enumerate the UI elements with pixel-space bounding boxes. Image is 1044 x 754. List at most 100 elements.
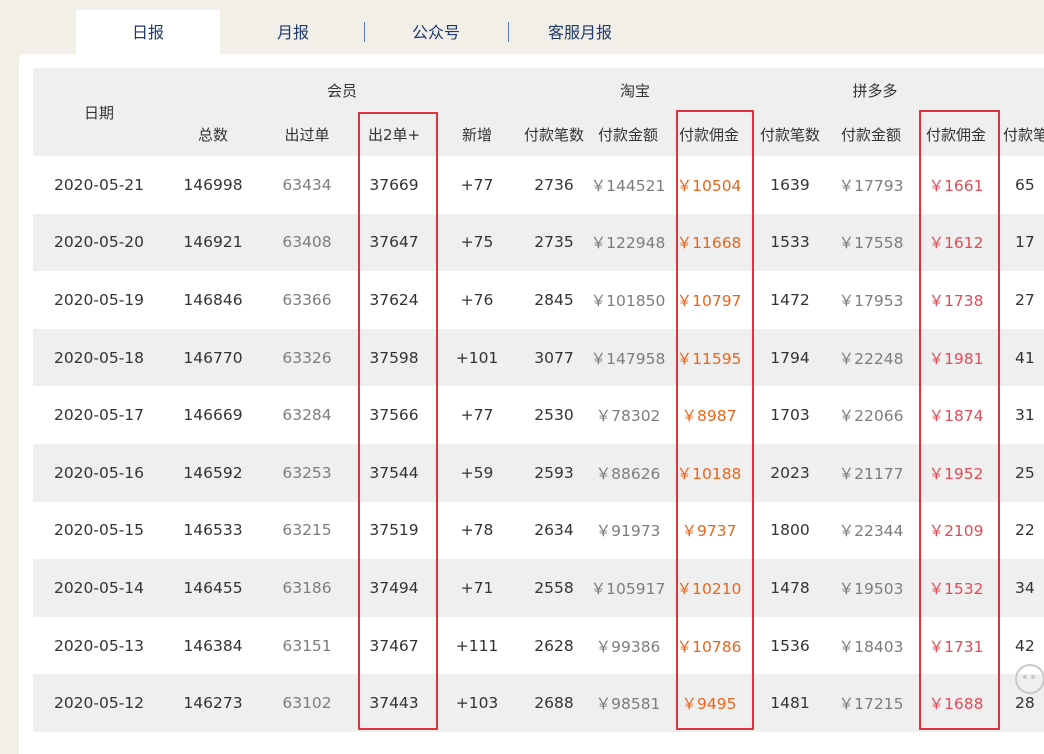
date-cell: 2020-05-18 bbox=[33, 328, 165, 387]
ordered-cell: 63326 bbox=[261, 328, 353, 387]
ordered-cell: 63434 bbox=[261, 156, 353, 214]
extra-payment-count-cell: 41 bbox=[999, 328, 1044, 387]
pdd-payment-count-cell: 1533 bbox=[751, 213, 830, 272]
total-cell: 146770 bbox=[165, 328, 261, 387]
pdd-payment-count-header: 付款笔数 bbox=[751, 112, 830, 156]
ordered-cell: 63215 bbox=[261, 501, 353, 560]
new-members-cell: +78 bbox=[435, 501, 520, 560]
table-row: 2020-05-19 146846 63366 37624 +76 2845 ￥101850… bbox=[33, 271, 1044, 329]
new-members-cell: +76 bbox=[435, 271, 520, 329]
total-cell: 146921 bbox=[165, 213, 261, 272]
pdd-payment-count-cell: 1478 bbox=[751, 559, 830, 617]
pdd-payment-amount-cell: ￥17953 bbox=[829, 271, 914, 329]
total-cell: 146592 bbox=[165, 443, 261, 502]
date-cell: 2020-05-15 bbox=[33, 501, 165, 560]
total-cell: 146846 bbox=[165, 271, 261, 329]
table-row: 2020-05-17 146669 63284 37566 +77 2530 ￥78302 ￥… bbox=[33, 386, 1044, 444]
date-cell: 2020-05-13 bbox=[33, 616, 165, 675]
two-plus-orders-cell: 37624 bbox=[353, 271, 435, 329]
table-row: 2020-05-20 146921 63408 37647 +75 2735 ￥122948… bbox=[33, 213, 1044, 272]
extra-payment-count-header: 付款笔数 bbox=[999, 112, 1044, 156]
pdd-payment-amount-cell: ￥17793 bbox=[829, 156, 914, 214]
pdd-payment-count-cell: 1800 bbox=[751, 501, 830, 560]
ordered-cell: 63186 bbox=[261, 559, 353, 617]
new-members-cell: +59 bbox=[435, 443, 520, 502]
table-row: 2020-05-12 146273 63102 37443 +103 2688 ￥98581… bbox=[33, 674, 1044, 732]
pdd-payment-count-cell: 1794 bbox=[751, 328, 830, 387]
ordered-cell: 63151 bbox=[261, 616, 353, 675]
pdd-commission-cell: ￥1738 bbox=[913, 271, 1000, 329]
tab-divider bbox=[508, 22, 509, 42]
pdd-payment-count-cell: 1536 bbox=[751, 616, 830, 675]
extra-payment-count-cell: 31 bbox=[999, 386, 1044, 444]
taobao-payment-count-cell: 2845 bbox=[519, 271, 590, 329]
taobao-commission-cell: ￥11668 bbox=[667, 213, 752, 272]
table-row: 2020-05-14 146455 63186 37494 +71 2558 ￥105917… bbox=[33, 559, 1044, 617]
pdd-payment-amount-cell: ￥21177 bbox=[829, 443, 914, 502]
taobao-payment-amount-cell: ￥101850 bbox=[589, 271, 668, 329]
tab-official-account[interactable]: 公众号 bbox=[366, 10, 506, 54]
two-plus-orders-header: 出2单+ bbox=[353, 112, 435, 156]
new-members-cell: +71 bbox=[435, 559, 520, 617]
taobao-commission-cell: ￥10504 bbox=[667, 156, 752, 214]
pdd-payment-amount-cell: ￥18403 bbox=[829, 616, 914, 675]
new-members-cell: +77 bbox=[435, 156, 520, 214]
table-row: 2020-05-15 146533 63215 37519 +78 2634 ￥91973 ￥… bbox=[33, 501, 1044, 560]
tab-daily-report[interactable]: 日报 bbox=[76, 10, 220, 54]
tab-monthly-report[interactable]: 月报 bbox=[224, 10, 362, 54]
date-cell: 2020-05-21 bbox=[33, 156, 165, 214]
pdd-payment-amount-cell: ￥19503 bbox=[829, 559, 914, 617]
taobao-commission-cell: ￥11595 bbox=[667, 328, 752, 387]
taobao-payment-count-header: 付款笔数 bbox=[519, 112, 590, 156]
date-cell: 2020-05-19 bbox=[33, 271, 165, 329]
taobao-payment-count-cell: 2628 bbox=[519, 616, 590, 675]
pdd-payment-amount-cell: ￥22066 bbox=[829, 386, 914, 444]
table-viewport[interactable]: 日期 会员 淘宝 拼多多 总数 出过单 出2单+ 新增 付款笔数 付款金额 付款… bbox=[33, 68, 1044, 748]
pdd-payment-amount-cell: ￥17215 bbox=[829, 674, 914, 732]
new-members-cell: +77 bbox=[435, 386, 520, 444]
pdd-commission-cell: ￥1532 bbox=[913, 559, 1000, 617]
taobao-payment-amount-cell: ￥147958 bbox=[589, 328, 668, 387]
taobao-payment-amount-cell: ￥88626 bbox=[589, 443, 668, 502]
two-plus-orders-cell: 37544 bbox=[353, 443, 435, 502]
extra-payment-count-cell: 65 bbox=[999, 156, 1044, 214]
ordered-cell: 63408 bbox=[261, 213, 353, 272]
taobao-payment-amount-cell: ￥78302 bbox=[589, 386, 668, 444]
total-cell: 146455 bbox=[165, 559, 261, 617]
date-column-header: 日期 bbox=[33, 68, 165, 156]
pdd-commission-cell: ￥1731 bbox=[913, 616, 1000, 675]
new-members-cell: +75 bbox=[435, 213, 520, 272]
pdd-payment-amount-cell: ￥17558 bbox=[829, 213, 914, 272]
extra-payment-count-cell: 25 bbox=[999, 443, 1044, 502]
taobao-commission-cell: ￥10786 bbox=[667, 616, 752, 675]
table-row: 2020-05-13 146384 63151 37467 +111 2628 ￥99386… bbox=[33, 616, 1044, 675]
taobao-payment-count-cell: 2688 bbox=[519, 674, 590, 732]
pdd-payment-count-cell: 1472 bbox=[751, 271, 830, 329]
two-plus-orders-cell: 37647 bbox=[353, 213, 435, 272]
total-cell: 146998 bbox=[165, 156, 261, 214]
taobao-commission-cell: ￥10188 bbox=[667, 443, 752, 502]
table-row: 2020-05-18 146770 63326 37598 +101 3077 ￥14795… bbox=[33, 328, 1044, 387]
tab-service-monthly-report[interactable]: 客服月报 bbox=[510, 10, 650, 54]
taobao-payment-count-cell: 2735 bbox=[519, 213, 590, 272]
pdd-group-header: 拼多多 bbox=[751, 68, 1000, 112]
date-cell: 2020-05-12 bbox=[33, 674, 165, 732]
pdd-payment-amount-cell: ￥22248 bbox=[829, 328, 914, 387]
taobao-payment-count-cell: 2593 bbox=[519, 443, 590, 502]
ordered-cell: 63253 bbox=[261, 443, 353, 502]
two-plus-orders-cell: 37467 bbox=[353, 616, 435, 675]
taobao-commission-header: 付款佣金 bbox=[667, 112, 752, 156]
pdd-commission-cell: ￥2109 bbox=[913, 501, 1000, 560]
taobao-commission-cell: ￥10210 bbox=[667, 559, 752, 617]
date-cell: 2020-05-20 bbox=[33, 213, 165, 272]
pdd-commission-header: 付款佣金 bbox=[913, 112, 1000, 156]
taobao-commission-cell: ￥9495 bbox=[667, 674, 752, 732]
table-row: 2020-05-21 146998 63434 37669 +77 2736 ￥144521… bbox=[33, 156, 1044, 214]
taobao-group-header: 淘宝 bbox=[519, 68, 752, 112]
ordered-header: 出过单 bbox=[261, 112, 353, 156]
total-cell: 146533 bbox=[165, 501, 261, 560]
pdd-payment-count-cell: 1703 bbox=[751, 386, 830, 444]
tab-divider bbox=[364, 22, 365, 42]
pdd-commission-cell: ￥1981 bbox=[913, 328, 1000, 387]
two-plus-orders-cell: 37598 bbox=[353, 328, 435, 387]
